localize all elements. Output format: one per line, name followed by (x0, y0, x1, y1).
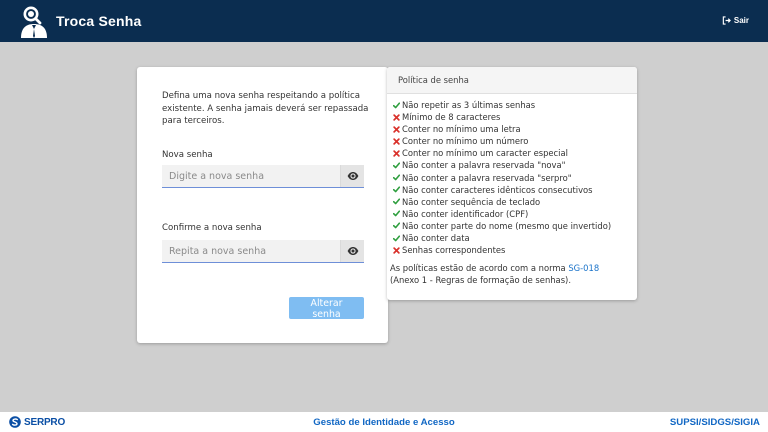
policy-rule-text: Não conter data (402, 233, 470, 244)
policy-rule-item: Não conter identificador (CPF) (392, 208, 637, 220)
policy-rule-item: Não conter data (392, 232, 637, 244)
policy-rule-text: Senhas correspondentes (402, 245, 506, 256)
toggle-new-password-visibility-button[interactable] (340, 165, 364, 187)
policy-rule-item: Não conter caracteres idênticos consecut… (392, 184, 637, 196)
change-password-button[interactable]: Alterar senha (289, 297, 364, 320)
check-icon (392, 162, 401, 169)
cross-icon (392, 246, 401, 254)
policy-rule-text: Conter no mínimo um caracter especial (402, 148, 568, 159)
confirm-password-input[interactable] (162, 240, 340, 262)
password-policy-panel: Política de senha Não repetir as 3 últim… (387, 67, 637, 300)
new-password-group (162, 165, 364, 188)
policy-rule-item: Conter no mínimo uma letra (392, 123, 637, 135)
logout-button[interactable]: Sair (722, 16, 749, 25)
policy-rule-item: Não conter sequência de teclado (392, 196, 637, 208)
user-lock-logo-icon (21, 6, 47, 38)
new-password-label: Nova senha (162, 150, 213, 160)
confirm-password-label: Confirme a nova senha (162, 223, 262, 233)
check-icon (392, 198, 401, 205)
policy-rule-item: Não conter a palavra reservada "nova" (392, 159, 637, 171)
check-icon (392, 174, 401, 181)
cross-icon (392, 113, 401, 121)
toggle-confirm-password-visibility-button[interactable] (340, 240, 364, 262)
policy-rule-item: Conter no mínimo um caracter especial (392, 147, 637, 159)
confirm-password-group (162, 240, 364, 263)
policy-rule-item: Senhas correspondentes (392, 244, 637, 256)
policy-rule-item: Não conter a palavra reservada "serpro" (392, 172, 637, 184)
policy-rule-item: Não repetir as 3 últimas senhas (392, 99, 637, 111)
policy-note-suffix: (Anexo 1 - Regras de formação de senhas)… (390, 275, 571, 286)
policy-rule-text: Não conter identificador (CPF) (402, 208, 529, 219)
policy-rules-list: Não repetir as 3 últimas senhas Mínimo de… (387, 94, 637, 256)
top-header: Troca Senha Sair (0, 0, 768, 42)
policy-rule-item: Conter no mínimo um número (392, 135, 637, 147)
sign-out-icon (722, 16, 731, 25)
cross-icon (392, 138, 401, 145)
password-form-card: Defina uma nova senha respeitando a polí… (137, 67, 388, 343)
eye-icon (347, 247, 358, 255)
footer-department: SUPSI/SIDGS/SIGIA (669, 417, 760, 428)
cross-icon (392, 126, 401, 133)
policy-rule-text: Não conter parte do nome (mesmo que inve… (402, 220, 612, 231)
norm-sg-018-link[interactable]: SG-018 (568, 263, 599, 273)
policy-rule-item: Mínimo de 8 caracteres (392, 111, 637, 123)
app-title: Troca Senha (56, 13, 142, 29)
form-intro-text: Defina uma nova senha respeitando a polí… (162, 91, 369, 127)
policy-rule-item: Não conter parte do nome (mesmo que inve… (392, 220, 637, 232)
policy-rule-text: Não conter caracteres idênticos consecut… (402, 184, 593, 195)
policy-note-prefix: As políticas estão de acordo com a norma (390, 263, 569, 273)
check-icon (392, 186, 401, 193)
policy-rule-text: Conter no mínimo um número (402, 136, 529, 147)
footer-system-name: Gestão de Identidade e Acesso (313, 417, 455, 428)
new-password-input[interactable] (162, 165, 340, 187)
eye-icon (347, 172, 358, 180)
policy-rule-text: Não conter sequência de teclado (402, 196, 541, 207)
footer: SERPRO Gestão de Identidade e Acesso SUP… (0, 412, 768, 432)
policy-rule-text: Não conter a palavra reservada "nova" (402, 160, 566, 171)
check-icon (392, 210, 401, 217)
policy-rule-text: Mínimo de 8 caracteres (402, 112, 501, 123)
check-icon (392, 101, 401, 109)
policy-note: As políticas estão de acordo com a norma… (390, 262, 630, 287)
policy-rule-text: Conter no mínimo uma letra (402, 124, 521, 135)
policy-title: Política de senha (387, 67, 637, 94)
check-icon (392, 235, 401, 242)
logout-label: Sair (733, 16, 749, 25)
policy-rule-text: Não conter a palavra reservada "serpro" (402, 172, 572, 183)
policy-rule-text: Não repetir as 3 últimas senhas (402, 100, 536, 110)
cross-icon (392, 150, 401, 157)
check-icon (392, 222, 401, 229)
